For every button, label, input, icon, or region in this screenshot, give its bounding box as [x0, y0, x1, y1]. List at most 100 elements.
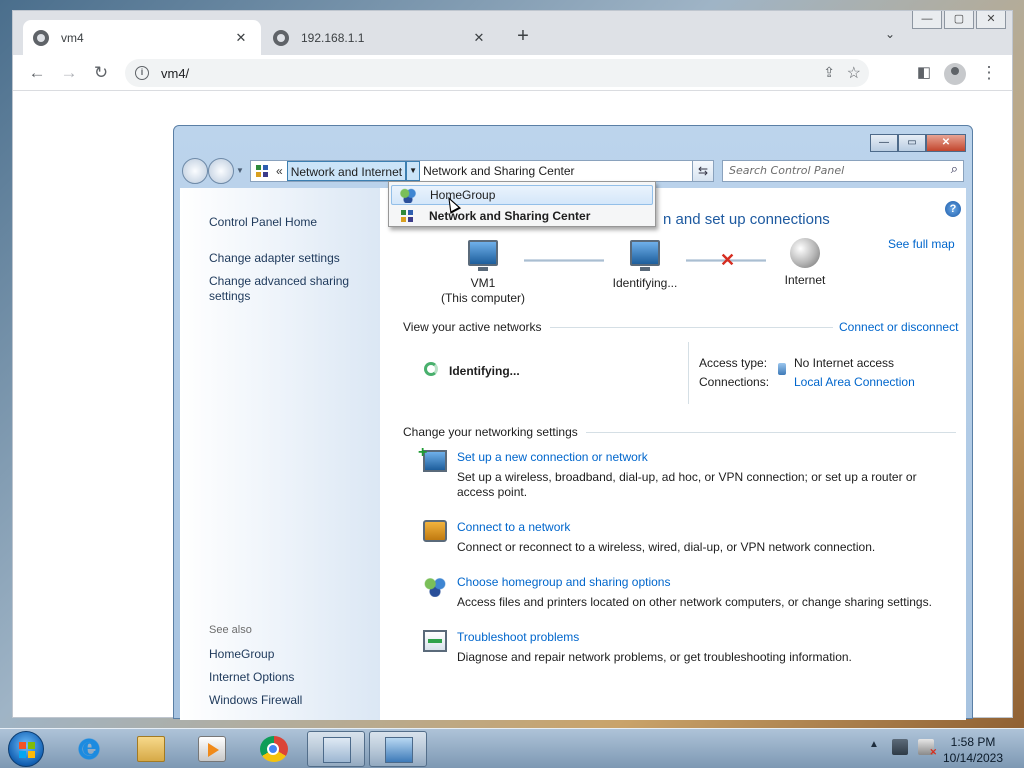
minimize-icon[interactable]: — [912, 11, 942, 29]
menu-kebab-icon[interactable]: ⋮ [977, 61, 1001, 85]
left-pane: Control Panel Home Change adapter settin… [180, 188, 380, 720]
cp-content: Control Panel Home Change adapter settin… [180, 188, 966, 720]
see-full-map-link[interactable]: See full map [888, 237, 955, 251]
setup-connection-link[interactable]: Set up a new connection or network [457, 450, 648, 464]
taskbar-network-center[interactable] [369, 731, 427, 767]
tab-search-chevron-icon[interactable]: ⌄ [885, 27, 895, 41]
setup-connection-desc: Set up a wireless, broadband, dial-up, a… [457, 470, 917, 499]
cp-caption-buttons: — ▭ ✕ [870, 134, 966, 152]
network-icon [385, 737, 413, 763]
change-adapter-settings-link[interactable]: Change adapter settings [209, 251, 340, 266]
bookmark-star-icon[interactable]: ☆ [847, 63, 861, 83]
globe-icon [273, 29, 289, 46]
reload-icon[interactable]: ↻ [89, 61, 113, 85]
tab-title: vm4 [61, 30, 84, 45]
see-also-label: See also [209, 624, 252, 636]
browser-toolbar: ← → ↻ i vm4/ ⇪ ☆ ◧ ⋮ [13, 55, 1012, 91]
cp-minimize-icon[interactable]: — [870, 134, 898, 152]
computer-name: VM1 [470, 276, 496, 290]
taskbar-internet-explorer[interactable] [60, 731, 118, 767]
menu-item-homegroup[interactable]: HomeGroup [391, 185, 653, 205]
settings-heading: Change your networking settings [403, 425, 956, 439]
divider [549, 326, 850, 328]
back-icon[interactable]: ← [25, 61, 49, 85]
connect-network-icon [423, 520, 447, 542]
homegroup-options-desc: Access files and printers located on oth… [457, 595, 932, 609]
side-panel-icon[interactable]: ◧ [912, 61, 936, 85]
address-bar[interactable]: i vm4/ ⇪ ☆ [125, 59, 869, 87]
taskbar-media-player[interactable] [183, 731, 241, 767]
maximize-icon[interactable]: ▢ [944, 11, 974, 29]
breadcrumb-dropdown-icon[interactable]: ▼ [406, 161, 421, 181]
see-also-windows-firewall-link[interactable]: Windows Firewall [209, 693, 302, 708]
browser-caption-buttons: — ▢ ✕ [912, 11, 1006, 29]
map-node-network[interactable]: Identifying... [600, 240, 690, 291]
computer-subtitle: (This computer) [440, 291, 526, 305]
taskbar-explorer[interactable] [122, 731, 180, 767]
taskbar-chrome[interactable] [245, 731, 303, 767]
close-icon[interactable]: ✕ [976, 11, 1006, 29]
profile-avatar-icon[interactable] [944, 63, 966, 85]
see-also-internet-options-link[interactable]: Internet Options [209, 670, 294, 685]
map-node-computer: VM1 (This computer) [435, 240, 531, 306]
connect-network-link[interactable]: Connect to a network [457, 520, 570, 534]
identifying-spinner-icon [424, 362, 438, 376]
see-also-homegroup-link[interactable]: HomeGroup [209, 647, 274, 662]
new-connection-icon [418, 444, 447, 472]
taskbar-control-panel[interactable] [307, 731, 365, 767]
start-button[interactable] [8, 731, 44, 767]
clock-time: 1:58 PM [950, 735, 996, 749]
forward-icon[interactable]: → [57, 61, 81, 85]
breadcrumb-overflow[interactable]: « [276, 164, 283, 178]
new-tab-button[interactable]: + [511, 25, 535, 49]
breadcrumb-sharing-center[interactable]: Network and Sharing Center [420, 161, 577, 181]
troubleshoot-desc: Diagnose and repair network problems, or… [457, 650, 852, 664]
troubleshoot-icon [423, 630, 447, 652]
cp-close-icon[interactable]: ✕ [926, 134, 966, 152]
homegroup-icon [400, 187, 416, 203]
connect-or-disconnect-link[interactable]: Connect or disconnect [833, 320, 959, 334]
cp-refresh-icon[interactable]: ⇆ [692, 160, 714, 182]
site-info-icon[interactable]: i [135, 66, 149, 80]
media-player-icon [198, 736, 226, 762]
breadcrumb-network-and-internet[interactable]: Network and Internet [286, 161, 407, 181]
tab-router[interactable]: 192.168.1.1 ✕ [263, 20, 499, 55]
help-icon[interactable]: ? [945, 201, 961, 217]
address-text[interactable]: vm4/ [161, 66, 189, 81]
share-icon[interactable]: ⇪ [823, 64, 835, 81]
map-node-internet: Internet [770, 238, 840, 288]
volume-muted-icon[interactable] [918, 739, 937, 758]
recent-pages-chevron-icon[interactable]: ▼ [236, 166, 244, 175]
homegroup-options-link[interactable]: Choose homegroup and sharing options [457, 575, 670, 589]
local-area-connection-link[interactable]: Local Area Connection [794, 375, 915, 389]
map-link-line [524, 259, 604, 262]
network-status: Identifying... [449, 364, 520, 378]
control-panel-home-link[interactable]: Control Panel Home [209, 215, 317, 230]
internet-globe-icon [790, 238, 820, 268]
change-advanced-sharing-link[interactable]: Change advanced sharing settings [209, 274, 359, 304]
tab-vm4[interactable]: vm4 ✕ [23, 20, 261, 55]
breadcrumb[interactable]: « Network and Internet ▼ Network and Sha… [250, 160, 710, 182]
cp-maximize-icon[interactable]: ▭ [898, 134, 926, 152]
tab-close-icon[interactable]: ✕ [471, 30, 487, 46]
chrome-icon [260, 736, 288, 762]
show-hidden-icons-icon[interactable]: ▲ [866, 739, 882, 755]
menu-item-sharing-center[interactable]: Network and Sharing Center [391, 206, 653, 226]
internet-label: Internet [784, 273, 826, 287]
tab-title: 192.168.1.1 [301, 30, 365, 45]
clock[interactable]: 1:58 PM 10/14/2023 [938, 734, 1008, 766]
search-placeholder: Search Control Panel [729, 164, 845, 177]
cp-forward-icon[interactable] [208, 158, 234, 184]
troubleshoot-link[interactable]: Troubleshoot problems [457, 630, 579, 644]
search-icon[interactable]: ⌕ [951, 162, 958, 177]
browser-window: vm4 ✕ 192.168.1.1 ✕ + ⌄ — ▢ ✕ ← → ↻ i vm… [12, 10, 1013, 720]
taskbar: ▲ 1:58 PM 10/14/2023 [0, 728, 1024, 768]
action-center-flag-icon[interactable] [892, 739, 908, 755]
breadcrumb-dropdown-menu: HomeGroup Network and Sharing Center [388, 181, 656, 227]
connect-network-desc: Connect or reconnect to a wireless, wire… [457, 540, 876, 554]
search-input[interactable]: Search Control Panel ⌕ [722, 160, 964, 182]
cp-back-icon[interactable] [182, 158, 208, 184]
tab-close-icon[interactable]: ✕ [233, 30, 249, 46]
network-center-icon [399, 208, 415, 224]
computer-icon [468, 240, 498, 271]
